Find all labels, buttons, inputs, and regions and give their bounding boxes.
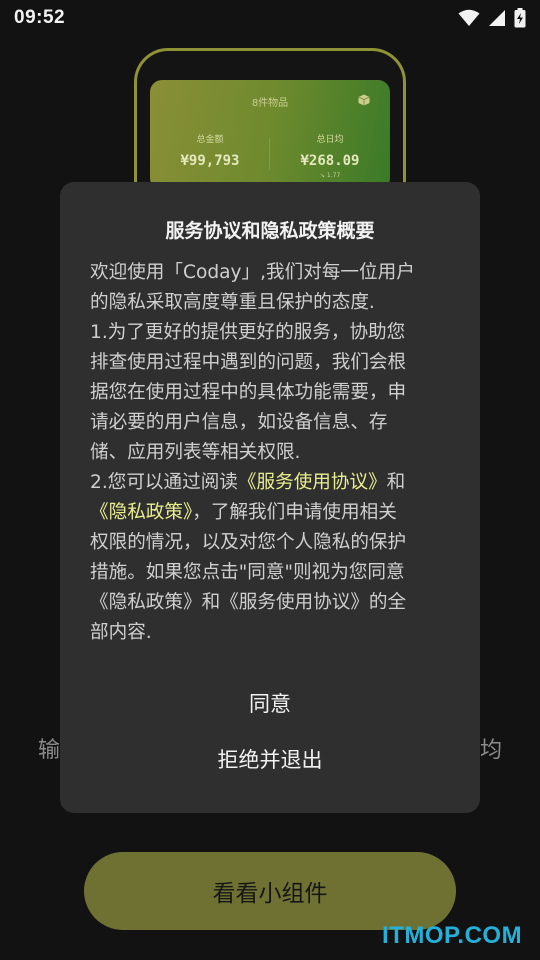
body-line: 措施。如果您点击"同意"则视为您同意 xyxy=(90,562,405,583)
dialog-body: 欢迎使用「Coday」,我们对每一位用户 的隐私采取高度尊重且保护的态度. 1.… xyxy=(90,258,452,648)
agree-button[interactable]: 同意 xyxy=(180,680,360,726)
body-line: 《隐私政策》，了解我们申请使用相关 xyxy=(90,498,452,528)
privacy-dialog: 服务协议和隐私政策概要 欢迎使用「Coday」,我们对每一位用户 的隐私采取高度… xyxy=(60,182,480,813)
body-line: 请必要的用户信息，如设备信息、存 xyxy=(90,412,388,433)
background-text-left: 输 xyxy=(38,738,61,763)
background-text-right: 均 xyxy=(480,738,503,763)
body-text: 和 xyxy=(386,472,406,493)
body-line: 权限的情况，以及对您个人隐私的保护 xyxy=(90,532,407,553)
widget-daily: 总日均 ¥268.09 xyxy=(270,132,390,169)
box-icon xyxy=(358,94,370,106)
body-line: 据您在使用过程中的具体功能需要，申 xyxy=(90,382,407,403)
widget-daily-sub: ↘ 1.77 xyxy=(320,172,341,179)
watermark-logo: ITMOP.COM xyxy=(382,922,523,949)
signal-icon xyxy=(489,10,505,26)
body-line: 1.为了更好的提供更好的服务，协助您 xyxy=(90,322,406,343)
battery-charging-icon xyxy=(514,8,526,28)
status-icons xyxy=(458,8,526,28)
dialog-title: 服务协议和隐私政策概要 xyxy=(165,220,375,242)
status-time: 09:52 xyxy=(14,7,66,28)
body-text: 2.您可以通过阅读 xyxy=(90,472,238,493)
widget-total-label: 总金额 xyxy=(196,135,224,145)
body-line: 《隐私政策》和《服务使用协议》的全 xyxy=(90,592,407,613)
wifi-icon xyxy=(458,9,480,26)
widget-daily-label: 总日均 xyxy=(316,135,344,145)
widget-total: 总金额 ¥99,793 xyxy=(150,132,270,169)
widget-total-value: ¥99,793 xyxy=(180,153,240,169)
service-agreement-link[interactable]: 《服务使用协议》 xyxy=(238,472,387,493)
widget-title: 8件物品 xyxy=(251,98,289,109)
body-line: 欢迎使用「Coday」,我们对每一位用户 xyxy=(90,262,415,283)
view-widgets-button[interactable]: 看看小组件 xyxy=(84,852,456,930)
body-line: 2.您可以通过阅读《服务使用协议》和 xyxy=(90,468,452,498)
widget-daily-value: ¥268.09 xyxy=(300,153,360,169)
body-line: 部内容. xyxy=(90,622,152,643)
refuse-exit-button[interactable]: 拒绝并退出 xyxy=(170,736,370,782)
body-line: 储、应用列表等相关权限. xyxy=(90,442,301,463)
privacy-policy-link[interactable]: 《隐私政策》 xyxy=(90,502,192,523)
status-bar: 09:52 xyxy=(0,0,540,36)
body-text: ，了解我们申请使用相关 xyxy=(192,502,397,523)
widget-preview: 8件物品 总金额 ¥99,793 总日均 ¥268.09 ↘ 1.77 xyxy=(150,80,390,190)
body-line: 的隐私采取高度尊重且保护的态度. xyxy=(90,292,375,313)
body-line: 排查使用过程中遇到的问题，我们会根 xyxy=(90,352,407,373)
